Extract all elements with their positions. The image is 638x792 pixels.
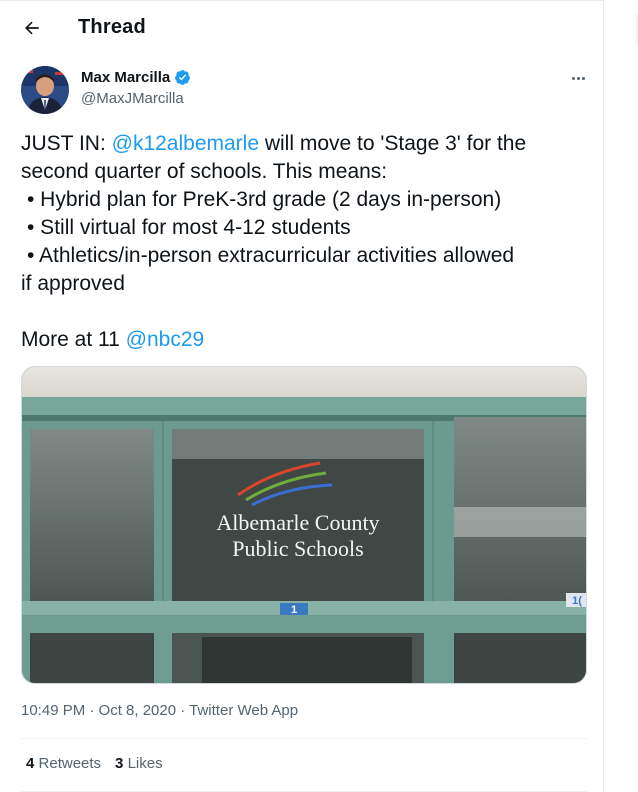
more-dot-icon xyxy=(576,76,580,80)
thread-column: Thread Max Marcilla @MaxJMarcilla JUST I… xyxy=(0,0,604,792)
retweets-count: 4 xyxy=(26,755,35,772)
door-number-partial: 1( xyxy=(572,595,582,607)
bullet-item: • Hybrid plan for PreK-3rd grade (2 days… xyxy=(27,188,502,211)
right-rail xyxy=(604,0,638,792)
tweet-stats: 4 Retweets 3 Likes xyxy=(26,755,163,772)
bullet-item: • Still virtual for most 4-12 students xyxy=(27,216,351,239)
more-dot-icon xyxy=(571,76,575,80)
page-title: Thread xyxy=(78,16,146,38)
likes-stat[interactable]: 3 Likes xyxy=(115,755,163,772)
sign-line-2: Public Schools xyxy=(232,536,363,561)
tweet-text-segment: More at 11 xyxy=(21,328,126,351)
author-name-row[interactable]: Max Marcilla xyxy=(81,69,191,86)
tweet-text-segment: JUST IN: xyxy=(21,132,112,155)
author-name[interactable]: Max Marcilla xyxy=(81,69,170,86)
author-handle[interactable]: @MaxJMarcilla xyxy=(81,90,184,107)
mention-link[interactable]: @k12albemarle xyxy=(112,132,259,155)
bullet-item: • Athletics/in-person extracurricular ac… xyxy=(27,244,515,267)
likes-count: 3 xyxy=(115,755,124,772)
retweets-stat[interactable]: 4 Retweets xyxy=(26,755,101,772)
sign-line-1: Albemarle County xyxy=(216,510,379,535)
back-button[interactable] xyxy=(18,14,46,42)
likes-label: Likes xyxy=(127,755,163,772)
more-dot-icon xyxy=(581,76,585,80)
retweets-label: Retweets xyxy=(38,755,102,772)
bullet-tail: if approved xyxy=(21,272,125,295)
verified-badge-icon xyxy=(175,70,191,85)
mention-link[interactable]: @nbc29 xyxy=(126,328,205,351)
thread-header: Thread xyxy=(0,0,603,56)
tweet-timestamp[interactable]: 10:49 PM · Oct 8, 2020 · Twitter Web App xyxy=(21,702,298,719)
avatar[interactable] xyxy=(21,66,69,114)
tweet-photo[interactable]: 1 1( Albemarle County Public Schools xyxy=(21,366,587,684)
back-arrow-icon xyxy=(25,21,39,35)
tweet-text: JUST IN: @k12albemarle will move to 'Sta… xyxy=(21,130,591,354)
more-options-button[interactable] xyxy=(566,70,590,86)
door-number: 1 xyxy=(291,604,297,616)
divider xyxy=(21,738,587,739)
